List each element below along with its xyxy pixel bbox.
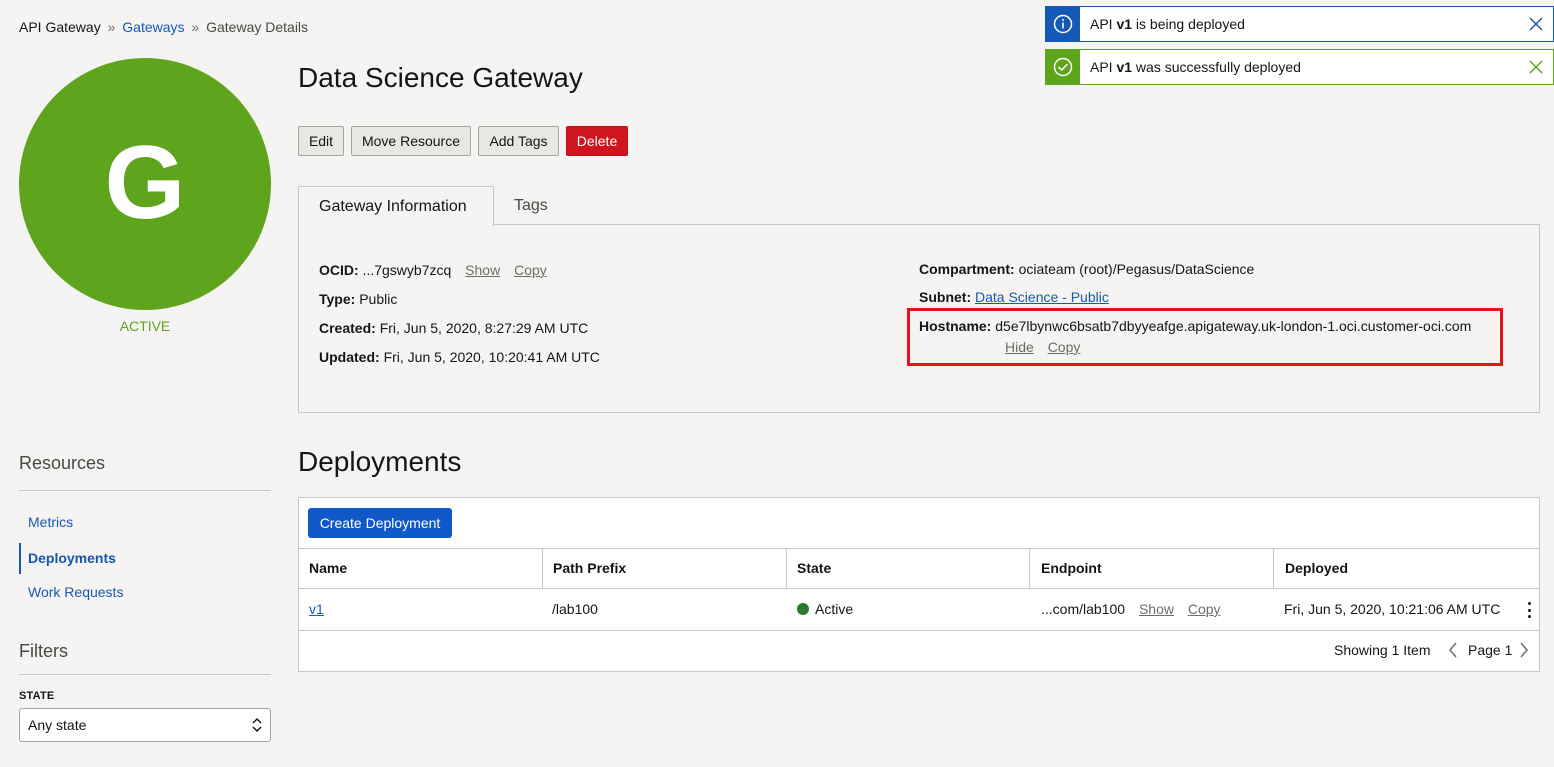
- breadcrumb-root: API Gateway: [19, 19, 101, 35]
- page-indicator: Page 1: [1468, 642, 1513, 658]
- compartment-label: Compartment:: [919, 261, 1015, 277]
- hostname-highlight-box: [907, 308, 1503, 366]
- toast-success-message: API v1 was successfully deployed: [1090, 59, 1301, 75]
- deployment-state: Active: [797, 601, 853, 617]
- active-status-dot-icon: [797, 603, 809, 615]
- divider: [19, 490, 271, 491]
- gateway-avatar: G: [19, 58, 271, 310]
- close-icon[interactable]: [1519, 50, 1553, 84]
- toast-info-message: API v1 is being deployed: [1090, 16, 1245, 32]
- next-page-icon[interactable]: [1518, 640, 1530, 663]
- deployment-path-prefix: /lab100: [552, 601, 598, 617]
- endpoint-value: ...com/lab100: [1041, 601, 1126, 617]
- state-select[interactable]: Any state: [19, 708, 271, 742]
- ocid-field: OCID: ...7gswyb7zcq Show Copy: [319, 262, 547, 278]
- created-label: Created:: [319, 320, 376, 336]
- deployment-endpoint: ...com/lab100 Show Copy: [1041, 601, 1221, 617]
- tab-tags[interactable]: Tags: [494, 186, 568, 225]
- type-label: Type:: [319, 291, 356, 307]
- divider: [19, 674, 271, 675]
- updated-field: Updated: Fri, Jun 5, 2020, 10:20:41 AM U…: [319, 349, 600, 365]
- updated-value: Fri, Jun 5, 2020, 10:20:41 AM UTC: [383, 349, 600, 365]
- table-header: [299, 548, 1539, 589]
- tab-gateway-information[interactable]: Gateway Information: [298, 186, 494, 226]
- column-header-path-prefix[interactable]: Path Prefix: [553, 560, 626, 576]
- type-value: Public: [359, 291, 398, 307]
- subnet-label: Subnet:: [919, 289, 972, 305]
- sidebar-item-work-requests[interactable]: Work Requests: [28, 584, 123, 600]
- close-icon[interactable]: [1519, 7, 1553, 41]
- ocid-copy-link[interactable]: Copy: [514, 262, 547, 278]
- ocid-label: OCID:: [319, 262, 359, 278]
- breadcrumb-link-gateways[interactable]: Gateways: [122, 19, 184, 35]
- breadcrumb: API Gateway » Gateways » Gateway Details: [19, 19, 308, 35]
- state-select-value: Any state: [28, 717, 87, 733]
- subnet-link[interactable]: Data Science - Public: [975, 289, 1109, 305]
- compartment-value: ociateam (root)/Pegasus/DataScience: [1018, 261, 1255, 277]
- select-arrows-icon: [252, 717, 262, 733]
- toast-info: API v1 is being deployed: [1045, 6, 1554, 42]
- column-divider: [542, 549, 543, 589]
- toast-success: API v1 was successfully deployed: [1045, 49, 1554, 85]
- column-divider: [786, 549, 787, 589]
- endpoint-copy-link[interactable]: Copy: [1188, 601, 1221, 617]
- status-badge: ACTIVE: [119, 318, 171, 334]
- breadcrumb-separator: »: [107, 19, 116, 35]
- filters-heading: Filters: [19, 641, 68, 661]
- sidebar-item-metrics[interactable]: Metrics: [28, 514, 73, 530]
- column-header-name[interactable]: Name: [309, 560, 347, 576]
- move-resource-button[interactable]: Move Resource: [351, 126, 471, 156]
- type-field: Type: Public: [319, 291, 397, 307]
- row-actions-kebab-icon[interactable]: [1524, 602, 1534, 618]
- breadcrumb-separator: »: [191, 19, 200, 35]
- active-indicator: [19, 543, 21, 574]
- deployment-state-label: Active: [815, 601, 854, 617]
- deployments-heading: Deployments: [298, 446, 462, 477]
- row-divider: [299, 630, 1539, 631]
- previous-page-icon[interactable]: [1447, 640, 1459, 663]
- deployment-deployed-date: Fri, Jun 5, 2020, 10:21:06 AM UTC: [1284, 601, 1501, 617]
- subnet-field: Subnet: Data Science - Public: [919, 289, 1109, 305]
- endpoint-show-link[interactable]: Show: [1139, 601, 1174, 617]
- resources-heading: Resources: [19, 453, 106, 473]
- state-filter-label: STATE: [19, 690, 55, 702]
- pagination-summary: Showing 1 Item: [1334, 642, 1431, 658]
- ocid-value: ...7gswyb7zcq: [362, 262, 452, 278]
- column-divider: [1029, 549, 1030, 589]
- ocid-show-link[interactable]: Show: [465, 262, 500, 278]
- updated-label: Updated:: [319, 349, 380, 365]
- avatar-letter: G: [104, 125, 186, 241]
- created-field: Created: Fri, Jun 5, 2020, 8:27:29 AM UT…: [319, 320, 588, 336]
- column-divider: [1273, 549, 1274, 589]
- page-title: Data Science Gateway: [298, 62, 583, 93]
- sidebar-item-deployments[interactable]: Deployments: [28, 550, 116, 566]
- breadcrumb-current: Gateway Details: [206, 19, 309, 35]
- column-header-endpoint[interactable]: Endpoint: [1041, 560, 1102, 576]
- delete-button[interactable]: Delete: [566, 126, 628, 156]
- column-header-state[interactable]: State: [797, 560, 831, 576]
- add-tags-button[interactable]: Add Tags: [478, 126, 559, 156]
- checkmark-icon: [1046, 50, 1080, 84]
- edit-button[interactable]: Edit: [298, 126, 344, 156]
- create-deployment-button[interactable]: Create Deployment: [308, 508, 452, 538]
- compartment-field: Compartment: ociateam (root)/Pegasus/Dat…: [919, 261, 1254, 277]
- deployment-name-link[interactable]: v1: [309, 601, 324, 617]
- created-value: Fri, Jun 5, 2020, 8:27:29 AM UTC: [379, 320, 589, 336]
- column-header-deployed[interactable]: Deployed: [1285, 560, 1348, 576]
- info-icon: [1046, 7, 1080, 41]
